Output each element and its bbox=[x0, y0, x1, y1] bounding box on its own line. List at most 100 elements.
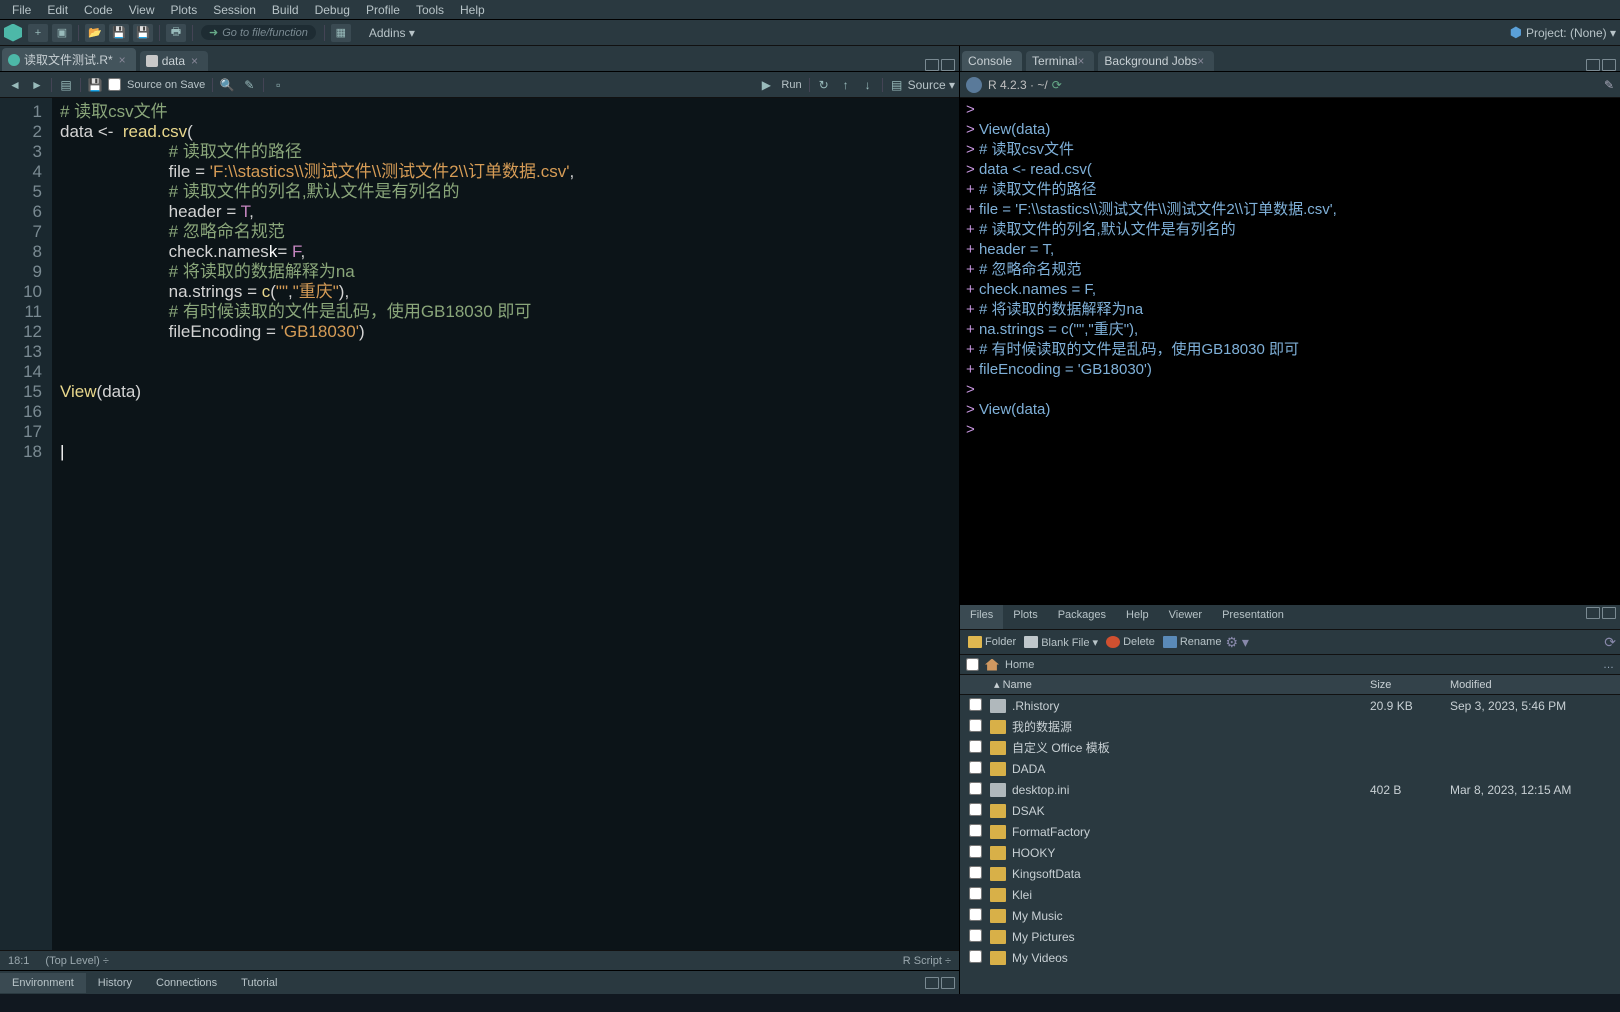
menu-view[interactable]: View bbox=[121, 3, 163, 17]
editor-code[interactable]: # 读取csv文件data <- read.csv( # 读取文件的路径 fil… bbox=[52, 98, 959, 950]
scope-indicator[interactable]: (Top Level) ÷ bbox=[45, 955, 109, 967]
file-row[interactable]: Klei bbox=[960, 884, 1620, 905]
new-blank-file-button[interactable]: Blank File ▾ bbox=[1024, 636, 1098, 649]
col-name[interactable]: ▴ Name bbox=[990, 678, 1370, 691]
menu-profile[interactable]: Profile bbox=[358, 3, 408, 17]
menu-edit[interactable]: Edit bbox=[39, 3, 76, 17]
save-all-button[interactable]: 💾 bbox=[133, 24, 153, 42]
code-editor[interactable]: 123456789101112131415161718 # 读取csv文件dat… bbox=[0, 98, 959, 950]
file-checkbox[interactable] bbox=[969, 782, 982, 795]
refresh-session-icon[interactable]: ⟳ bbox=[1052, 78, 1062, 92]
source-on-save-check[interactable] bbox=[108, 78, 121, 91]
source-tab[interactable]: data× bbox=[140, 51, 208, 71]
file-checkbox[interactable] bbox=[969, 950, 982, 963]
addins-menu[interactable]: Addins ▾ bbox=[361, 26, 423, 40]
print-button[interactable]: 🖶 bbox=[166, 24, 186, 42]
save-source-button[interactable]: 💾 bbox=[86, 77, 104, 93]
file-checkbox[interactable] bbox=[969, 698, 982, 711]
show-in-new-window-button[interactable]: ▤ bbox=[57, 77, 75, 93]
menu-tools[interactable]: Tools bbox=[408, 3, 452, 17]
file-checkbox[interactable] bbox=[969, 740, 982, 753]
menu-build[interactable]: Build bbox=[264, 3, 307, 17]
new-folder-button[interactable]: Folder bbox=[968, 636, 1016, 648]
tab-terminal[interactable]: Terminal × bbox=[1026, 51, 1094, 71]
file-checkbox[interactable] bbox=[969, 719, 982, 732]
file-row[interactable]: FormatFactory bbox=[960, 821, 1620, 842]
file-checkbox[interactable] bbox=[969, 929, 982, 942]
file-list[interactable]: .Rhistory20.9 KBSep 3, 2023, 5:46 PM我的数据… bbox=[960, 695, 1620, 994]
delete-file-button[interactable]: Delete bbox=[1106, 636, 1155, 648]
tab-viewer[interactable]: Viewer bbox=[1159, 605, 1212, 629]
save-button[interactable]: 💾 bbox=[109, 24, 129, 42]
files-more-button[interactable]: ⚙ ▾ bbox=[1225, 634, 1248, 651]
grid-button[interactable]: ▦ bbox=[331, 24, 351, 42]
file-checkbox[interactable] bbox=[969, 845, 982, 858]
menu-session[interactable]: Session bbox=[205, 3, 264, 17]
find-button[interactable]: 🔍 bbox=[218, 77, 236, 93]
new-project-button[interactable]: ▣ bbox=[52, 24, 72, 42]
file-checkbox[interactable] bbox=[969, 908, 982, 921]
tab-packages[interactable]: Packages bbox=[1048, 605, 1116, 629]
console-output[interactable]: > > View(data)> # 读取csv文件> data <- read.… bbox=[960, 98, 1620, 604]
file-row[interactable]: 自定义 Office 模板 bbox=[960, 737, 1620, 758]
compile-report-button[interactable]: ▫ bbox=[269, 77, 287, 93]
wand-button[interactable]: ✎ bbox=[240, 77, 258, 93]
source-tab[interactable]: 读取文件测试.R*× bbox=[2, 48, 136, 71]
language-indicator[interactable]: R Script ÷ bbox=[903, 955, 951, 967]
file-row[interactable]: 我的数据源 bbox=[960, 716, 1620, 737]
tab-presentation[interactable]: Presentation bbox=[1212, 605, 1294, 629]
files-breadcrumb[interactable]: Home … bbox=[960, 655, 1620, 675]
file-row[interactable]: My Pictures bbox=[960, 926, 1620, 947]
goto-file-function[interactable]: ➜ Go to file/function bbox=[201, 25, 316, 40]
tab-console[interactable]: Console bbox=[962, 51, 1022, 71]
file-row[interactable]: desktop.ini402 BMar 8, 2023, 12:15 AM bbox=[960, 779, 1620, 800]
rename-file-button[interactable]: Rename bbox=[1163, 636, 1222, 648]
tab-tutorial[interactable]: Tutorial bbox=[229, 973, 289, 993]
home-icon[interactable] bbox=[985, 659, 999, 671]
menu-file[interactable]: File bbox=[4, 3, 39, 17]
close-tab-icon[interactable]: × bbox=[119, 53, 126, 67]
tab-help[interactable]: Help bbox=[1116, 605, 1159, 629]
tab-connections[interactable]: Connections bbox=[144, 973, 229, 993]
file-row[interactable]: KingsoftData bbox=[960, 863, 1620, 884]
file-row[interactable]: My Videos bbox=[960, 947, 1620, 968]
files-refresh-button[interactable]: ⟳ bbox=[1604, 634, 1616, 651]
tab-environment[interactable]: Environment bbox=[0, 973, 86, 993]
file-row[interactable]: HOOKY bbox=[960, 842, 1620, 863]
file-row[interactable]: DSAK bbox=[960, 800, 1620, 821]
source-button[interactable]: ▤ Source ▾ bbox=[886, 77, 955, 93]
new-file-button[interactable]: + bbox=[28, 24, 48, 42]
col-modified[interactable]: Modified bbox=[1450, 679, 1620, 691]
project-menu[interactable]: ⬢ Project: (None) ▾ bbox=[1510, 24, 1616, 41]
close-tab-icon[interactable]: × bbox=[191, 54, 198, 68]
tab-plots[interactable]: Plots bbox=[1003, 605, 1047, 629]
file-checkbox[interactable] bbox=[969, 887, 982, 900]
tab-files[interactable]: Files bbox=[960, 605, 1003, 629]
menu-plots[interactable]: Plots bbox=[163, 3, 206, 17]
rerun-button[interactable]: ↻ bbox=[815, 77, 833, 93]
menu-code[interactable]: Code bbox=[76, 3, 121, 17]
console-window-controls[interactable] bbox=[1586, 59, 1620, 71]
file-row[interactable]: My Music bbox=[960, 905, 1620, 926]
forward-button[interactable]: ► bbox=[28, 77, 46, 93]
clear-console-button[interactable]: ✎ bbox=[1604, 78, 1614, 92]
file-checkbox[interactable] bbox=[969, 866, 982, 879]
file-checkbox[interactable] bbox=[969, 761, 982, 774]
tab-history[interactable]: History bbox=[86, 973, 144, 993]
tab-background-jobs[interactable]: Background Jobs × bbox=[1098, 51, 1214, 71]
file-checkbox[interactable] bbox=[969, 824, 982, 837]
back-button[interactable]: ◄ bbox=[6, 77, 24, 93]
source-window-controls[interactable] bbox=[925, 59, 959, 71]
select-all-files[interactable] bbox=[966, 658, 979, 671]
run-button[interactable]: Run bbox=[781, 79, 801, 91]
go-down-chunk-button[interactable]: ↓ bbox=[859, 77, 877, 93]
file-row[interactable]: .Rhistory20.9 KBSep 3, 2023, 5:46 PM bbox=[960, 695, 1620, 716]
file-checkbox[interactable] bbox=[969, 803, 982, 816]
file-row[interactable]: DADA bbox=[960, 758, 1620, 779]
menu-debug[interactable]: Debug bbox=[307, 3, 358, 17]
files-window-controls[interactable] bbox=[1582, 605, 1620, 629]
env-window-controls[interactable] bbox=[925, 977, 959, 989]
menu-help[interactable]: Help bbox=[452, 3, 493, 17]
go-up-chunk-button[interactable]: ↑ bbox=[837, 77, 855, 93]
col-size[interactable]: Size bbox=[1370, 679, 1450, 691]
